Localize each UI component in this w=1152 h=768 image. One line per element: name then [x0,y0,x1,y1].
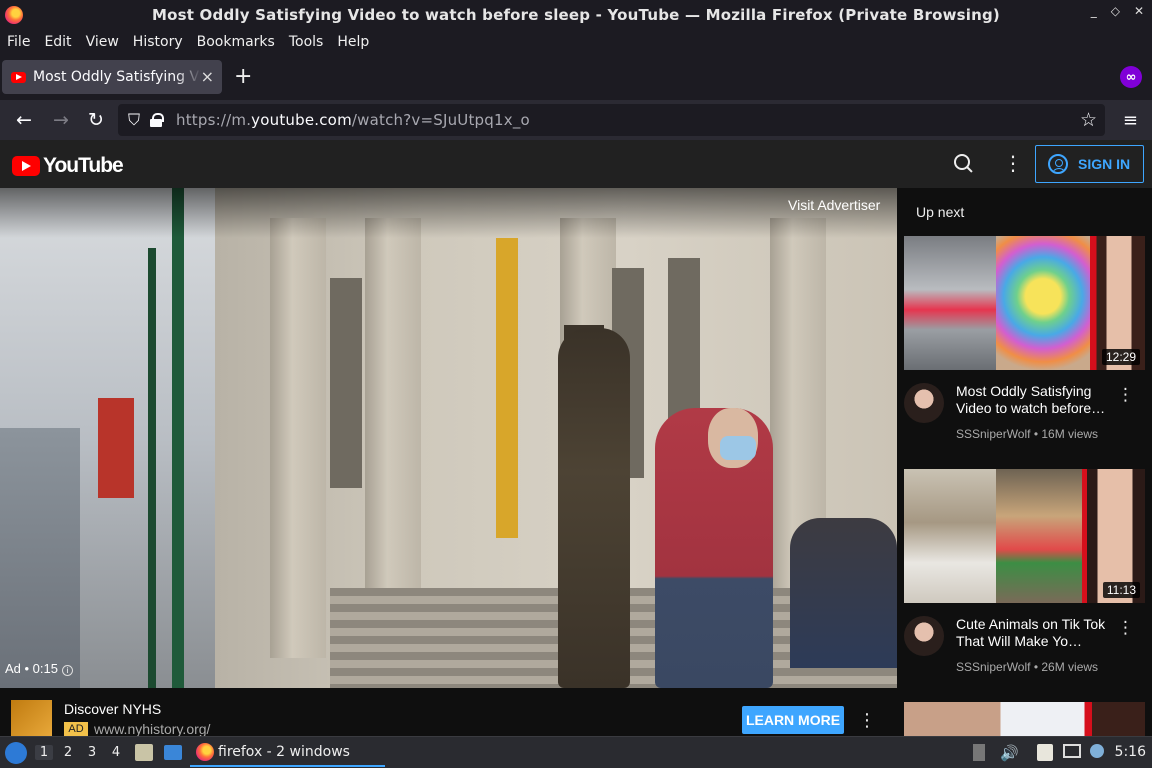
advertiser-logo[interactable] [11,700,52,736]
menu-view[interactable]: View [86,34,119,50]
notification-icon[interactable] [1090,744,1104,758]
close-tab-button[interactable]: × [201,67,214,86]
account-icon [1048,154,1068,174]
network-icon[interactable] [1063,744,1081,758]
youtube-play-icon [12,156,40,176]
video-more-options-icon[interactable]: ⋮ [1117,385,1134,405]
ad-countdown: Ad • 0:15 i [5,661,73,676]
forward-button[interactable]: → [50,109,72,131]
up-next-heading: Up next [916,204,965,220]
taskbar: 1 2 3 4 firefox - 2 windows 🔊 5:16 [0,736,1152,768]
menu-file[interactable]: File [7,34,30,50]
tab-youtube[interactable]: Most Oddly Satisfying Video to watch bef… [2,60,222,94]
video-meta: SSSniperWolf • 26M views [956,660,1099,674]
menu-history[interactable]: History [133,34,183,50]
file-manager-icon[interactable] [135,744,153,761]
tab-strip: Most Oddly Satisfying Video to watch bef… [0,54,1152,100]
youtube-logo[interactable]: YouTube [12,154,124,178]
window-title: Most Oddly Satisfying Video to watch bef… [152,6,1000,24]
workspace-3[interactable]: 3 [83,745,101,760]
tray-app-icon[interactable] [973,744,985,761]
video-title[interactable]: Most Oddly Satisfying Video to watch bef… [956,383,1106,417]
start-menu-icon[interactable] [5,742,27,764]
video-thumbnail-1[interactable]: 12:29 [904,236,1145,370]
back-button[interactable]: ← [13,109,35,131]
visit-advertiser-link[interactable]: Visit Advertiser [788,197,880,213]
ad-more-options-icon[interactable]: ⋮ [858,710,876,731]
workspace-2[interactable]: 2 [59,745,77,760]
menu-bar: File Edit View History Bookmarks Tools H… [0,30,1152,54]
sign-in-button[interactable]: SIGN IN [1035,145,1144,183]
info-icon[interactable]: i [61,665,73,676]
show-desktop-icon[interactable] [164,745,182,760]
ad-banner: Discover NYHS AD www.nyhistory.org/ LEAR… [0,688,897,737]
more-options-icon[interactable]: ⋮ [1003,150,1023,176]
video-thumbnail-2[interactable]: 11:13 [904,469,1145,603]
volume-icon[interactable]: 🔊 [1000,744,1019,762]
video-duration: 11:13 [1102,582,1140,598]
video-title[interactable]: Cute Animals on Tik Tok That Will Make Y… [956,616,1106,650]
video-player[interactable] [0,188,897,688]
channel-avatar[interactable] [904,616,944,656]
menu-tools[interactable]: Tools [289,34,324,50]
video-meta: SSSniperWolf • 16M views [956,427,1099,441]
clock: 5:16 [1114,744,1146,760]
ad-title[interactable]: Discover NYHS [64,701,161,717]
lock-icon[interactable] [150,113,165,127]
tracking-protection-shield-icon[interactable]: ⛉ [128,110,140,130]
video-more-options-icon[interactable]: ⋮ [1117,618,1134,638]
taskbar-firefox-task[interactable]: firefox - 2 windows [190,738,385,767]
menu-bookmarks[interactable]: Bookmarks [197,34,275,50]
url-bar[interactable]: ⛉ https://m.youtube.com/watch?v=SJuUtpq1… [118,104,1105,136]
maximize-button[interactable]: ◇ [1111,4,1120,18]
navigation-toolbar: ← → ↻ ⛉ https://m.youtube.com/watch?v=SJ… [0,100,1152,140]
tab-label: Most Oddly Satisfying Video to watch bef… [33,69,201,85]
minimize-button[interactable]: _ [1091,4,1097,18]
close-window-button[interactable]: ✕ [1134,4,1144,18]
menu-help[interactable]: Help [337,34,369,50]
youtube-favicon-icon [11,71,26,83]
window-titlebar: Most Oddly Satisfying Video to watch bef… [0,0,1152,30]
firefox-icon [196,742,214,761]
app-menu-button[interactable]: ≡ [1123,110,1138,131]
ad-url[interactable]: www.nyhistory.org/ [94,721,210,737]
workspace-4[interactable]: 4 [107,745,125,760]
workspace-1[interactable]: 1 [35,745,53,760]
reload-button[interactable]: ↻ [85,109,107,131]
youtube-header: YouTube [0,140,1152,188]
private-browsing-icon: ∞ [1120,66,1142,88]
bookmark-star-icon[interactable]: ☆ [1080,109,1097,131]
ad-badge: AD [64,722,88,737]
learn-more-button[interactable]: LEARN MORE [742,706,844,734]
search-icon[interactable] [952,152,974,174]
video-duration: 12:29 [1101,349,1140,365]
clipboard-icon[interactable] [1037,744,1053,761]
video-thumbnail-3[interactable] [904,702,1145,736]
channel-avatar[interactable] [904,383,944,423]
url-text[interactable]: https://m.youtube.com/watch?v=SJuUtpq1x_… [176,111,530,129]
menu-edit[interactable]: Edit [44,34,71,50]
new-tab-button[interactable]: + [234,64,252,89]
